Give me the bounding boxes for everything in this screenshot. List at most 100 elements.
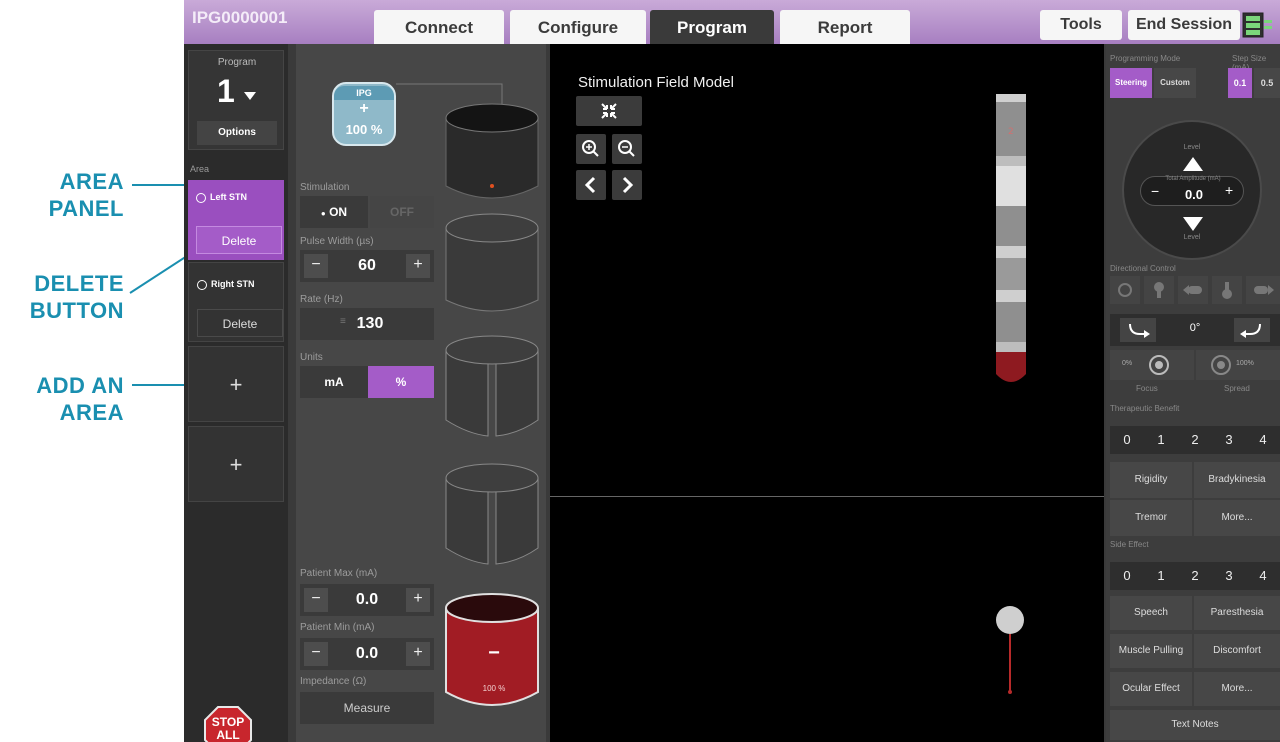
stimulation-label: Stimulation bbox=[300, 182, 350, 193]
contact-segmented-3[interactable] bbox=[445, 335, 539, 437]
side-rating-2[interactable]: 2 bbox=[1178, 562, 1212, 590]
top-bar: IPG0000001 Connect Configure Program Rep… bbox=[184, 0, 1280, 44]
patient-min-plus-button[interactable]: + bbox=[406, 642, 430, 666]
radio-icon[interactable] bbox=[196, 192, 206, 203]
side-effect-rating: 0 1 2 3 4 bbox=[1110, 562, 1280, 590]
tab-configure[interactable]: Configure bbox=[510, 10, 646, 44]
contact-ring-1[interactable] bbox=[445, 103, 539, 199]
spread-label: Spread bbox=[1224, 384, 1250, 393]
pulse-width-stepper: − 60 + bbox=[300, 250, 434, 282]
side-rating-3[interactable]: 3 bbox=[1212, 562, 1246, 590]
bradykinesia-button[interactable]: Bradykinesia bbox=[1194, 462, 1280, 498]
side-rating-0[interactable]: 0 bbox=[1110, 562, 1144, 590]
steering-mode-button[interactable]: Steering bbox=[1110, 68, 1152, 98]
rating-3[interactable]: 3 bbox=[1212, 426, 1246, 454]
chevron-right-icon bbox=[622, 176, 634, 194]
delete-area-button[interactable]: Delete bbox=[196, 226, 282, 254]
units-ma-button[interactable]: mA bbox=[300, 366, 368, 398]
ipg-badge-label: IPG bbox=[334, 86, 394, 100]
tremor-button[interactable]: Tremor bbox=[1110, 500, 1192, 536]
end-session-button[interactable]: End Session bbox=[1128, 10, 1240, 40]
rating-4[interactable]: 4 bbox=[1246, 426, 1280, 454]
rotate-right-button[interactable] bbox=[612, 170, 642, 200]
focus-button[interactable]: 0% bbox=[1110, 350, 1194, 380]
options-button[interactable]: Options bbox=[197, 121, 277, 145]
program-selector[interactable]: Program 1 Options bbox=[188, 50, 284, 150]
on-dot-icon: ● bbox=[320, 209, 326, 218]
direction-posterior-icon[interactable] bbox=[1212, 276, 1242, 304]
custom-mode-button[interactable]: Custom bbox=[1154, 68, 1196, 98]
contact-ring-2[interactable] bbox=[445, 213, 539, 312]
rating-2[interactable]: 2 bbox=[1178, 426, 1212, 454]
direction-left-icon[interactable] bbox=[1178, 276, 1208, 304]
patient-max-stepper: − 0.0 + bbox=[300, 584, 434, 616]
side-rating-1[interactable]: 1 bbox=[1144, 562, 1178, 590]
annotation-add-area-line1: ADD AN bbox=[36, 373, 124, 398]
zoom-in-button[interactable] bbox=[576, 134, 606, 164]
programming-panel: Programming Mode Step Size (mA) Steering… bbox=[1106, 44, 1280, 742]
rotate-cw-button[interactable] bbox=[1234, 318, 1270, 342]
direction-right-icon[interactable] bbox=[1246, 276, 1280, 304]
amplitude-plus-button[interactable]: + bbox=[1225, 182, 1233, 198]
rotate-ccw-icon bbox=[1129, 323, 1150, 338]
annotation-area-panel-line2: PANEL bbox=[48, 196, 124, 221]
area-panel-left-stn[interactable]: Left STN Delete bbox=[188, 180, 284, 260]
rotate-ccw-button[interactable] bbox=[1120, 318, 1156, 342]
units-label: Units bbox=[300, 352, 323, 363]
more-side-effect-button[interactable]: More... bbox=[1194, 672, 1280, 706]
paresthesia-button[interactable]: Paresthesia bbox=[1194, 596, 1280, 630]
clinician-programmer-app: IPG0000001 Connect Configure Program Rep… bbox=[184, 0, 1280, 742]
patient-min-minus-button[interactable]: − bbox=[304, 642, 328, 666]
direction-ring-icon[interactable] bbox=[1110, 276, 1140, 304]
stimulation-on-button[interactable]: ● ON bbox=[300, 196, 368, 228]
ocular-effect-button[interactable]: Ocular Effect bbox=[1110, 672, 1192, 706]
patient-max-plus-button[interactable]: + bbox=[406, 588, 430, 612]
contact-segmented-4[interactable] bbox=[445, 463, 539, 565]
rate-dropdown[interactable]: ≡ 130 bbox=[300, 308, 434, 340]
stimulation-on-label: ON bbox=[329, 205, 348, 219]
units-percent-button[interactable]: % bbox=[368, 366, 434, 398]
level-up-icon[interactable] bbox=[1182, 156, 1204, 172]
area-name-left-stn: Left STN bbox=[196, 192, 247, 203]
side-rating-4[interactable]: 4 bbox=[1246, 562, 1280, 590]
rigidity-button[interactable]: Rigidity bbox=[1110, 462, 1192, 498]
rotate-left-button[interactable] bbox=[576, 170, 606, 200]
discomfort-button[interactable]: Discomfort bbox=[1194, 634, 1280, 668]
battery-status-icon[interactable] bbox=[1242, 12, 1272, 38]
radio-icon[interactable] bbox=[197, 279, 207, 290]
tab-report[interactable]: Report bbox=[780, 10, 910, 44]
stimulation-off-button[interactable]: OFF bbox=[370, 196, 434, 228]
stop-all-button[interactable]: STOP ALL bbox=[204, 706, 252, 742]
patient-max-minus-button[interactable]: − bbox=[304, 588, 328, 612]
add-area-button-2[interactable]: + bbox=[188, 426, 284, 502]
delete-area-button[interactable]: Delete bbox=[197, 309, 283, 337]
anterior-icon bbox=[1154, 282, 1164, 298]
area-panel-right-stn[interactable]: Right STN Delete bbox=[188, 262, 284, 342]
rating-0[interactable]: 0 bbox=[1110, 426, 1144, 454]
level-up-label: Level bbox=[1183, 144, 1201, 151]
zoom-out-icon bbox=[618, 140, 635, 157]
tab-connect[interactable]: Connect bbox=[374, 10, 504, 44]
more-benefit-button[interactable]: More... bbox=[1194, 500, 1280, 536]
tools-button[interactable]: Tools bbox=[1040, 10, 1122, 40]
add-area-button[interactable]: + bbox=[188, 346, 284, 422]
pulse-width-minus-button[interactable]: − bbox=[304, 254, 328, 278]
spread-button[interactable]: 100% bbox=[1196, 350, 1280, 380]
zoom-out-button[interactable] bbox=[612, 134, 642, 164]
text-notes-button[interactable]: Text Notes bbox=[1110, 710, 1280, 740]
tab-program[interactable]: Program bbox=[650, 10, 774, 44]
level-down-icon[interactable] bbox=[1182, 216, 1204, 232]
area-name-text: Right STN bbox=[211, 279, 255, 289]
speech-button[interactable]: Speech bbox=[1110, 596, 1192, 630]
fit-view-button[interactable] bbox=[576, 96, 642, 126]
pulse-width-plus-button[interactable]: + bbox=[406, 254, 430, 278]
chevron-down-icon[interactable] bbox=[243, 91, 257, 101]
muscle-pulling-button[interactable]: Muscle Pulling bbox=[1110, 634, 1192, 668]
rating-1[interactable]: 1 bbox=[1144, 426, 1178, 454]
measure-impedance-button[interactable]: Measure bbox=[300, 692, 434, 724]
direction-anterior-icon[interactable] bbox=[1144, 276, 1174, 304]
step-01-button[interactable]: 0.1 bbox=[1228, 68, 1252, 98]
step-05-button[interactable]: 0.5 bbox=[1254, 68, 1280, 98]
amplitude-minus-button[interactable]: − bbox=[1151, 183, 1159, 199]
ipg-badge[interactable]: IPG + 100 % bbox=[332, 82, 396, 146]
